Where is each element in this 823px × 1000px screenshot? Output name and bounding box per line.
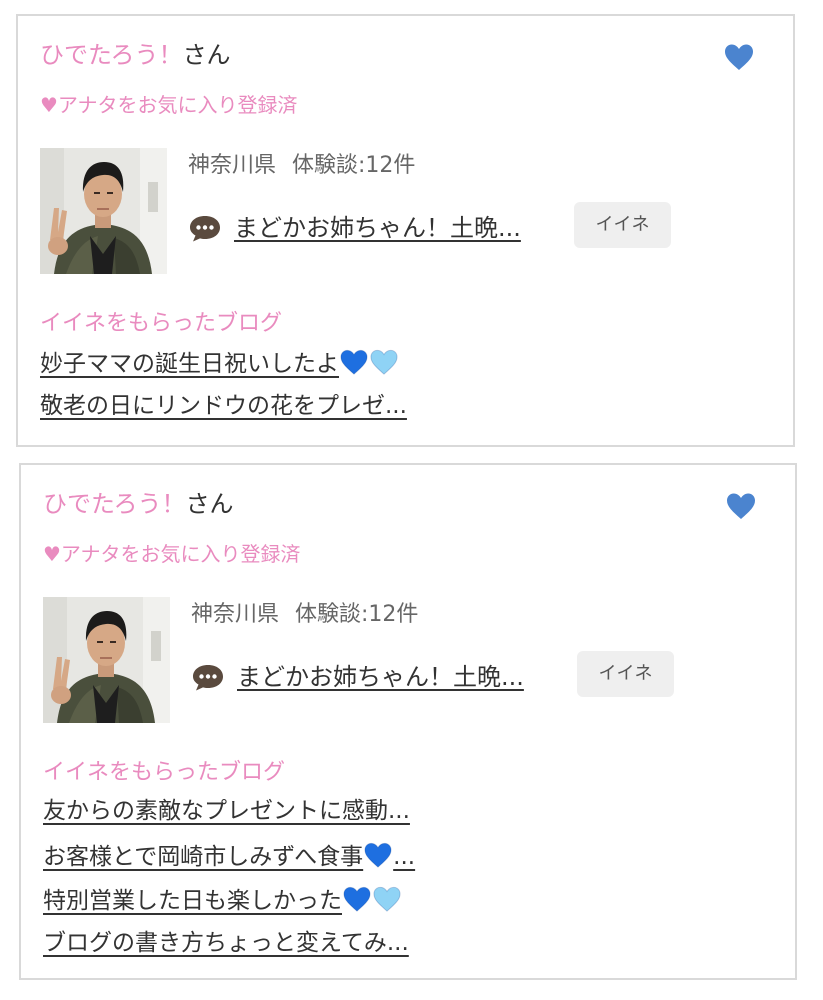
like-button[interactable]: イイネ (577, 651, 674, 697)
blog-title: 特別営業した日も楽しかった (43, 888, 342, 914)
prefecture: 神奈川県 (191, 602, 280, 627)
blog-title: 友からの素敵なプレゼントに感動... (43, 798, 410, 824)
post-row: まどかお姉ちゃん！土晩... (188, 210, 521, 246)
review-count: 体験談:12件 (292, 153, 416, 178)
user-line: ひでたろう！さん (43, 489, 234, 519)
blog-link[interactable]: お客様とで岡崎市しみずへ食事... (43, 841, 415, 885)
blog-link[interactable]: 特別営業した日も楽しかった (43, 885, 415, 929)
blog-link[interactable]: ブログの書き方ちょっと変えてみ... (43, 929, 415, 973)
blog-title: ブログの書き方ちょっと変えてみ... (43, 930, 409, 956)
blog-link[interactable]: 敬老の日にリンドウの花をプレゼ... (40, 392, 407, 436)
like-button[interactable]: イイネ (574, 202, 671, 248)
chat-bubble-icon (188, 213, 222, 243)
avatar[interactable] (40, 148, 167, 274)
heart-emoji-icon (343, 886, 371, 912)
blog-link[interactable]: 妙子ママの誕生日祝いしたよ (40, 348, 407, 392)
blog-title-ellipsis: ... (393, 844, 416, 870)
review-count: 体験談:12件 (295, 602, 419, 627)
post-title-link[interactable]: まどかお姉ちゃん！土晩... (237, 662, 524, 692)
heart-emoji-icon (373, 886, 401, 912)
user-card: ひでたろう！さん ♥アナタをお気に入り登録済 神奈川県 体験談:12件 まどかお… (19, 463, 797, 980)
blog-link[interactable]: 友からの素敵なプレゼントに感動... (43, 797, 415, 841)
favorite-status: ♥アナタをお気に入り登録済 (40, 93, 298, 117)
user-name-link[interactable]: ひでたろう！ (40, 41, 183, 69)
favorite-status: ♥アナタをお気に入り登録済 (43, 542, 301, 566)
blog-title: 敬老の日にリンドウの花をプレゼ... (40, 393, 407, 419)
prefecture: 神奈川県 (188, 153, 277, 178)
blogs-heading: イイネをもらったブログ (40, 311, 283, 336)
user-line: ひでたろう！さん (40, 40, 231, 70)
post-title-link[interactable]: まどかお姉ちゃん！土晩... (234, 213, 521, 243)
heart-emoji-icon (340, 349, 368, 375)
heart-emoji-icon (370, 349, 398, 375)
user-suffix: さん (185, 490, 234, 518)
blog-list: 友からの素敵なプレゼントに感動... お客様とで岡崎市しみずへ食事... 特別営業し… (43, 797, 415, 973)
user-name-link[interactable]: ひでたろう！ (43, 490, 186, 518)
user-card: ひでたろう！さん ♥アナタをお気に入り登録済 神奈川県 体験談:12件 まどかお… (16, 14, 795, 447)
blog-list: 妙子ママの誕生日祝いしたよ敬老の日にリンドウの花をプレゼ... (40, 348, 407, 436)
blogs-heading: イイネをもらったブログ (43, 760, 286, 785)
blog-title: お客様とで岡崎市しみずへ食事 (43, 844, 364, 870)
heart-emoji-icon (364, 842, 392, 868)
heart-icon[interactable] (725, 491, 757, 521)
blog-title: 妙子ママの誕生日祝いしたよ (40, 351, 339, 377)
user-meta: 神奈川県 体験談:12件 (191, 601, 418, 629)
avatar[interactable] (43, 597, 170, 723)
heart-icon[interactable] (723, 42, 755, 72)
user-meta: 神奈川県 体験談:12件 (188, 152, 415, 180)
post-row: まどかお姉ちゃん！土晩... (191, 659, 524, 695)
user-suffix: さん (182, 41, 231, 69)
chat-bubble-icon (191, 662, 225, 692)
